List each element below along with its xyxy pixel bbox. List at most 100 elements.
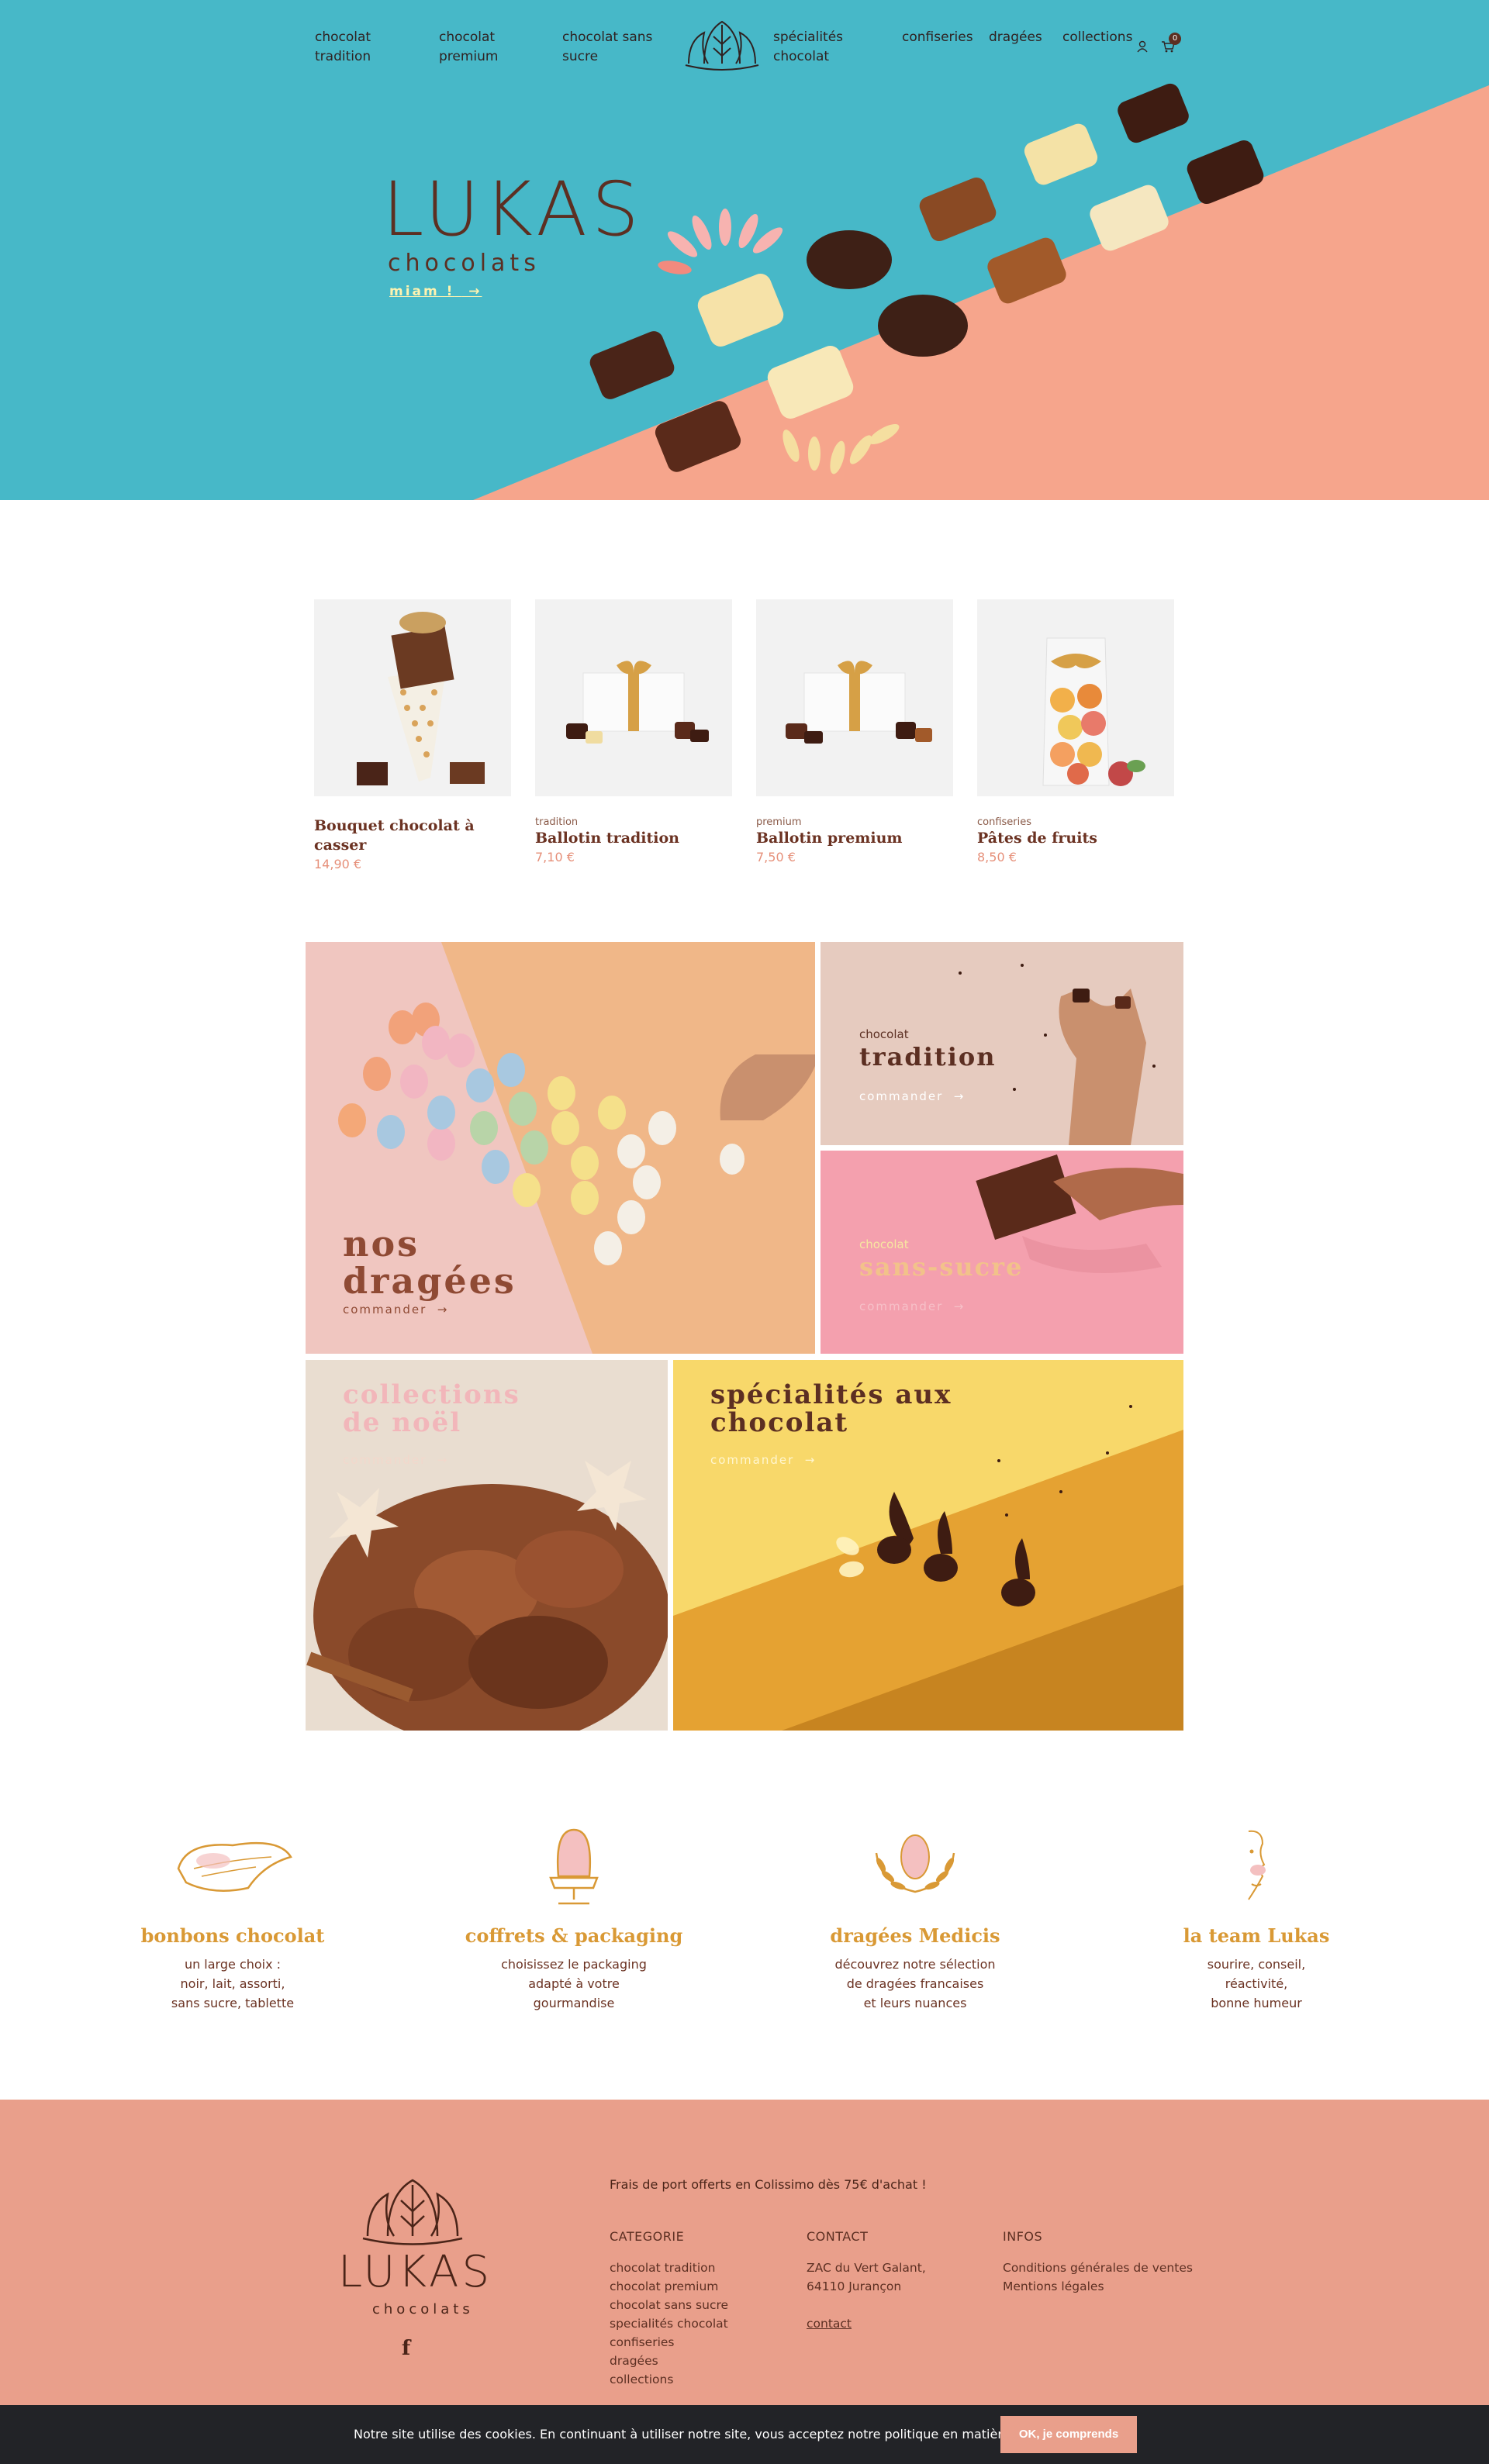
product-card[interactable]: Bouquet chocolat à casser 14,90 €: [314, 599, 511, 871]
tile-cta-label: commander: [859, 1299, 944, 1313]
product-price: 14,90 €: [314, 857, 362, 871]
tile-dragees-cta[interactable]: commander →: [343, 1303, 448, 1317]
footer-infos-title: INFOS: [1003, 2229, 1043, 2244]
nav-chocolat-premium[interactable]: chocolat premium: [439, 28, 540, 67]
product-name[interactable]: Ballotin tradition: [535, 829, 732, 848]
arrow-right-icon: →: [427, 1453, 449, 1467]
footer-link-collections[interactable]: collections: [610, 2370, 673, 2389]
footer-link-chocolat-premium[interactable]: chocolat premium: [610, 2277, 718, 2296]
hero-background: [473, 83, 1489, 500]
footer-link-chocolat-tradition[interactable]: chocolat tradition: [610, 2259, 715, 2277]
footer-link-chocolat-sans-sucre[interactable]: chocolat sans sucre: [610, 2296, 728, 2314]
footer-link-dragees[interactable]: dragées: [610, 2352, 658, 2370]
hero-cta-link[interactable]: miam ! →: [389, 284, 482, 299]
product-price: 7,10 €: [535, 850, 575, 864]
tile-cta-label: commander: [343, 1453, 427, 1467]
tile-specialites-chocolat[interactable]: spécialités aux chocolat commander →: [673, 1360, 1183, 1731]
footer-address-line: 64110 Jurançon: [807, 2279, 902, 2293]
product-name[interactable]: Bouquet chocolat à casser: [314, 816, 511, 855]
tile-title-line: dragées: [343, 1260, 516, 1303]
header-logo[interactable]: [681, 17, 763, 73]
product-image[interactable]: [535, 599, 732, 796]
feature-description: sourire, conseil, réactivité, bonne hume…: [1086, 1955, 1427, 2013]
feature-description: choisissez le packaging adapté à votre g…: [403, 1955, 744, 2013]
arrow-right-icon: →: [461, 284, 482, 299]
feature-description: découvrez notre sélection de dragées fra…: [744, 1955, 1086, 2013]
product-image[interactable]: [314, 599, 511, 796]
tile-tradition-cta[interactable]: commander →: [859, 1089, 965, 1103]
nav-chocolat-tradition[interactable]: chocolat tradition: [315, 28, 416, 67]
nav-dragees[interactable]: dragées: [989, 28, 1042, 47]
product-price: 7,50 €: [756, 850, 796, 864]
cookie-message: Notre site utilise des cookies. En conti…: [354, 2427, 1084, 2442]
footer-link-cgv[interactable]: Conditions générales de ventes: [1003, 2259, 1193, 2277]
product-name[interactable]: Ballotin premium: [756, 829, 953, 848]
tile-chocolat-sans-sucre[interactable]: chocolat sans-sucre commander →: [821, 1151, 1183, 1354]
tile-noel-title: collections de noël: [343, 1379, 520, 1438]
footer-categorie-title: CATEGORIE: [610, 2229, 685, 2244]
nav-chocolat-sans-sucre[interactable]: chocolat sans sucre: [562, 28, 663, 67]
tile-noel-cta[interactable]: commander →: [343, 1453, 448, 1467]
product-card[interactable]: tradition Ballotin tradition 7,10 €: [535, 599, 732, 864]
tile-title-line: collections: [343, 1379, 520, 1410]
shipping-notice: Frais de port offerts en Colissimo dès 7…: [610, 2177, 927, 2192]
nav-confiseries[interactable]: confiseries: [902, 28, 973, 47]
hero-brand-subtitle: chocolats: [388, 250, 541, 277]
tile-chocolat-tradition[interactable]: chocolat tradition commander →: [821, 942, 1183, 1145]
product-price: 8,50 €: [977, 850, 1017, 864]
feature-bonbons-chocolat: bonbons chocolat un large choix : noir, …: [62, 1822, 403, 2013]
product-category: premium: [756, 816, 802, 828]
tile-specialites-cta[interactable]: commander →: [710, 1453, 816, 1467]
feature-line: de dragées francaises: [846, 1976, 984, 1991]
feature-line: adapté à votre: [528, 1976, 620, 1991]
footer-contact-title: CONTACT: [807, 2229, 869, 2244]
footer-brand-subtitle: chocolats: [372, 2301, 474, 2317]
footer-link-confiseries[interactable]: confiseries: [610, 2333, 675, 2352]
nav-specialites-chocolat[interactable]: spécialités chocolat: [773, 28, 866, 67]
feature-team-lukas: la team Lukas sourire, conseil, réactivi…: [1086, 1822, 1427, 2013]
tile-cta-label: commander: [859, 1089, 944, 1103]
product-card[interactable]: premium Ballotin premium 7,50 €: [756, 599, 953, 864]
footer-brand-title: LUKAS: [338, 2247, 492, 2297]
feature-line: sourire, conseil,: [1207, 1957, 1306, 1972]
tile-sans-sucre-cta[interactable]: commander →: [859, 1299, 965, 1313]
tile-title-line: chocolat: [710, 1406, 849, 1438]
cart-count-badge: 0: [1169, 33, 1181, 45]
facebook-icon[interactable]: f: [402, 2337, 410, 2360]
footer-contact-link[interactable]: contact: [807, 2314, 852, 2333]
product-category: confiseries: [977, 816, 1032, 828]
tile-dragees[interactable]: nos dragées commander →: [306, 942, 815, 1354]
product-card[interactable]: confiseries Pâtes de fruits 8,50 €: [977, 599, 1174, 864]
footer-link-mentions-legales[interactable]: Mentions légales: [1003, 2277, 1104, 2296]
nav-collections[interactable]: collections: [1062, 28, 1132, 47]
smiling-face-icon: [1086, 1822, 1427, 1915]
feature-title: dragées Medicis: [830, 1924, 1000, 1947]
hero-brand-title: LUKAS: [382, 166, 644, 253]
feature-dragees-medicis: dragées Medicis découvrez notre sélectio…: [744, 1822, 1086, 2013]
footer-link-specialites-chocolat[interactable]: specialités chocolat: [610, 2314, 728, 2333]
account-icon[interactable]: [1137, 40, 1148, 53]
feature-line: découvrez notre sélection: [834, 1957, 996, 1972]
tile-title-line: de noël: [343, 1406, 462, 1438]
product-image[interactable]: [977, 599, 1174, 796]
tile-title-line: spécialités aux: [710, 1379, 952, 1410]
feature-line: choisissez le packaging: [501, 1957, 647, 1972]
feature-line: noir, lait, assorti,: [180, 1976, 285, 1991]
tile-collections-noel[interactable]: collections de noël commander →: [306, 1360, 668, 1731]
arrow-right-icon: →: [943, 1299, 966, 1313]
tile-cta-label: commander: [343, 1303, 427, 1317]
feature-line: bonne humeur: [1211, 1996, 1302, 2010]
tile-specialites-title: spécialités aux chocolat: [710, 1379, 952, 1438]
cookie-banner: Notre site utilise des cookies. En conti…: [0, 2405, 1489, 2464]
tile-cta-label: commander: [710, 1453, 795, 1467]
feature-line: réactivité,: [1225, 1976, 1288, 1991]
cake-stand-icon: [403, 1822, 744, 1915]
cookie-accept-button[interactable]: OK, je comprends: [1000, 2416, 1137, 2453]
footer-logo-emblem[interactable]: [358, 2174, 467, 2248]
feature-line: sans sucre, tablette: [171, 1996, 295, 2010]
tile-dragees-title: nos dragées: [343, 1225, 516, 1300]
feature-coffrets-packaging: coffrets & packaging choisissez le packa…: [403, 1822, 744, 2013]
hero-banner: chocolat tradition chocolat premium choc…: [0, 0, 1489, 500]
product-image[interactable]: [756, 599, 953, 796]
product-name[interactable]: Pâtes de fruits: [977, 829, 1174, 848]
